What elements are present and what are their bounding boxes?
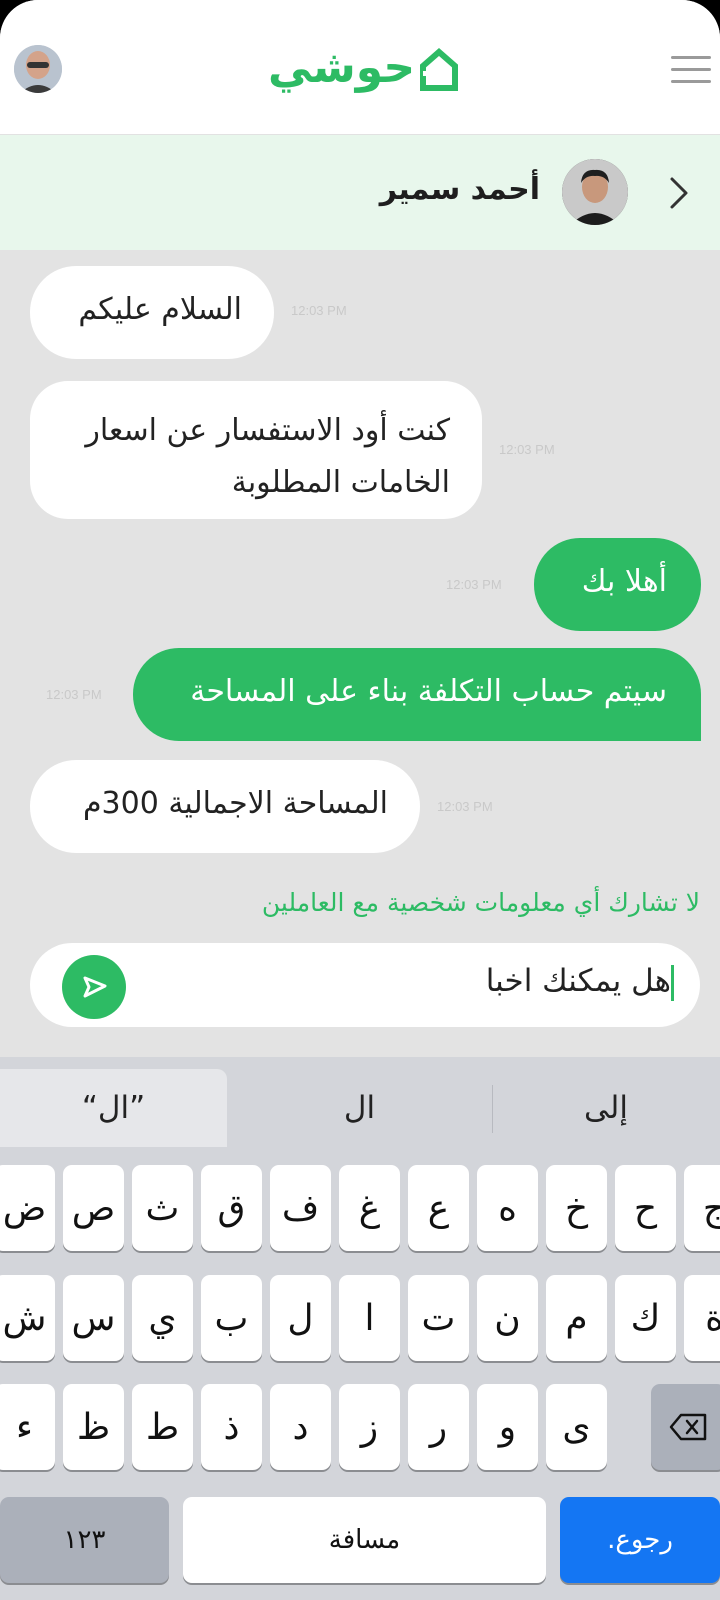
backspace-icon bbox=[669, 1413, 706, 1441]
back-button[interactable] bbox=[662, 173, 696, 213]
suggestion[interactable]: “ال” bbox=[0, 1069, 227, 1147]
key[interactable]: ه bbox=[477, 1165, 538, 1251]
key[interactable]: ق bbox=[201, 1165, 262, 1251]
backspace-key[interactable] bbox=[651, 1384, 720, 1470]
key[interactable]: ج bbox=[684, 1165, 720, 1251]
key[interactable]: ت bbox=[408, 1275, 469, 1361]
numbers-key[interactable]: ١٢٣ bbox=[0, 1497, 169, 1583]
suggestion[interactable]: ال bbox=[227, 1069, 492, 1147]
key[interactable]: ب bbox=[201, 1275, 262, 1361]
key[interactable]: ك bbox=[615, 1275, 676, 1361]
key[interactable]: ز bbox=[339, 1384, 400, 1470]
menu-icon bbox=[671, 56, 711, 59]
privacy-warning: لا تشارك أي معلومات شخصية مع العاملين bbox=[261, 888, 700, 917]
text-caret bbox=[671, 964, 674, 1001]
key[interactable]: ة bbox=[684, 1275, 720, 1361]
key[interactable]: د bbox=[270, 1384, 331, 1470]
key[interactable]: غ bbox=[339, 1165, 400, 1251]
key[interactable]: ا bbox=[339, 1275, 400, 1361]
message-time: 12:03 PM bbox=[291, 303, 347, 318]
send-button[interactable] bbox=[62, 955, 126, 1019]
suggestion-bar: “ال” ال إلى bbox=[0, 1057, 720, 1147]
app-header: حوشي bbox=[0, 0, 720, 135]
key[interactable]: ح bbox=[615, 1165, 676, 1251]
message-text: السلام عليكم bbox=[78, 292, 242, 327]
key[interactable]: ي bbox=[132, 1275, 193, 1361]
contact-name: أحمد سمير bbox=[379, 172, 540, 207]
message-time: 12:03 PM bbox=[437, 799, 493, 814]
key[interactable]: ف bbox=[270, 1165, 331, 1251]
message-input[interactable]: هل يمكنك اخبا bbox=[486, 963, 674, 1001]
key[interactable]: ص bbox=[63, 1165, 124, 1251]
message-bubble-outgoing: أهلا بك bbox=[534, 538, 701, 631]
key[interactable]: ع bbox=[408, 1165, 469, 1251]
key[interactable]: ء bbox=[0, 1384, 55, 1470]
send-icon bbox=[83, 976, 107, 998]
message-input-value: هل يمكنك اخبا bbox=[485, 963, 671, 999]
return-key[interactable]: .رجوع bbox=[560, 1497, 720, 1583]
key[interactable]: ل bbox=[270, 1275, 331, 1361]
message-time: 12:03 PM bbox=[446, 577, 502, 592]
chat-header: أحمد سمير bbox=[0, 135, 720, 250]
brand-logo: حوشي bbox=[268, 38, 459, 98]
message-text: المساحة الاجمالية 300م bbox=[82, 786, 388, 821]
message-time: 12:03 PM bbox=[46, 687, 102, 702]
message-bubble-incoming: السلام عليكم bbox=[30, 266, 274, 359]
key[interactable]: و bbox=[477, 1384, 538, 1470]
keyboard: “ال” ال إلى ج ح خ ه ع غ ف ق ث ص ض ة ك م … bbox=[0, 1057, 720, 1600]
chevron-right-icon bbox=[670, 177, 688, 209]
message-time: 12:03 PM bbox=[499, 442, 555, 457]
key[interactable]: ر bbox=[408, 1384, 469, 1470]
key[interactable]: ض bbox=[0, 1165, 55, 1251]
message-text: كنت أود الاستفسار عن اسعار bbox=[85, 413, 450, 448]
key[interactable]: ن bbox=[477, 1275, 538, 1361]
message-text: الخامات المطلوبة bbox=[231, 465, 450, 500]
key[interactable]: م bbox=[546, 1275, 607, 1361]
key[interactable]: خ bbox=[546, 1165, 607, 1251]
key[interactable]: ى bbox=[546, 1384, 607, 1470]
user-avatar[interactable] bbox=[14, 45, 62, 93]
key[interactable]: ط bbox=[132, 1384, 193, 1470]
key[interactable]: س bbox=[63, 1275, 124, 1361]
key[interactable]: ظ bbox=[63, 1384, 124, 1470]
message-bubble-incoming: المساحة الاجمالية 300م bbox=[30, 760, 420, 853]
message-composer[interactable]: هل يمكنك اخبا bbox=[30, 943, 700, 1027]
key[interactable]: ذ bbox=[201, 1384, 262, 1470]
contact-avatar[interactable] bbox=[562, 159, 628, 225]
message-text: أهلا بك bbox=[581, 564, 667, 599]
key[interactable]: ش bbox=[0, 1275, 55, 1361]
suggestion[interactable]: إلى bbox=[492, 1069, 720, 1147]
house-icon bbox=[420, 48, 459, 91]
space-key[interactable]: مسافة bbox=[183, 1497, 546, 1583]
message-bubble-incoming: كنت أود الاستفسار عن اسعار الخامات المطل… bbox=[30, 381, 482, 519]
message-bubble-outgoing: سيتم حساب التكلفة بناء على المساحة bbox=[133, 648, 701, 741]
brand-name: حوشي bbox=[268, 42, 416, 93]
menu-button[interactable] bbox=[671, 56, 711, 86]
key[interactable]: ث bbox=[132, 1165, 193, 1251]
message-text: سيتم حساب التكلفة بناء على المساحة bbox=[190, 674, 667, 709]
chat-screen: حوشي أحمد سمير السلام عليكم 12:03 PM كنت… bbox=[0, 0, 720, 1600]
